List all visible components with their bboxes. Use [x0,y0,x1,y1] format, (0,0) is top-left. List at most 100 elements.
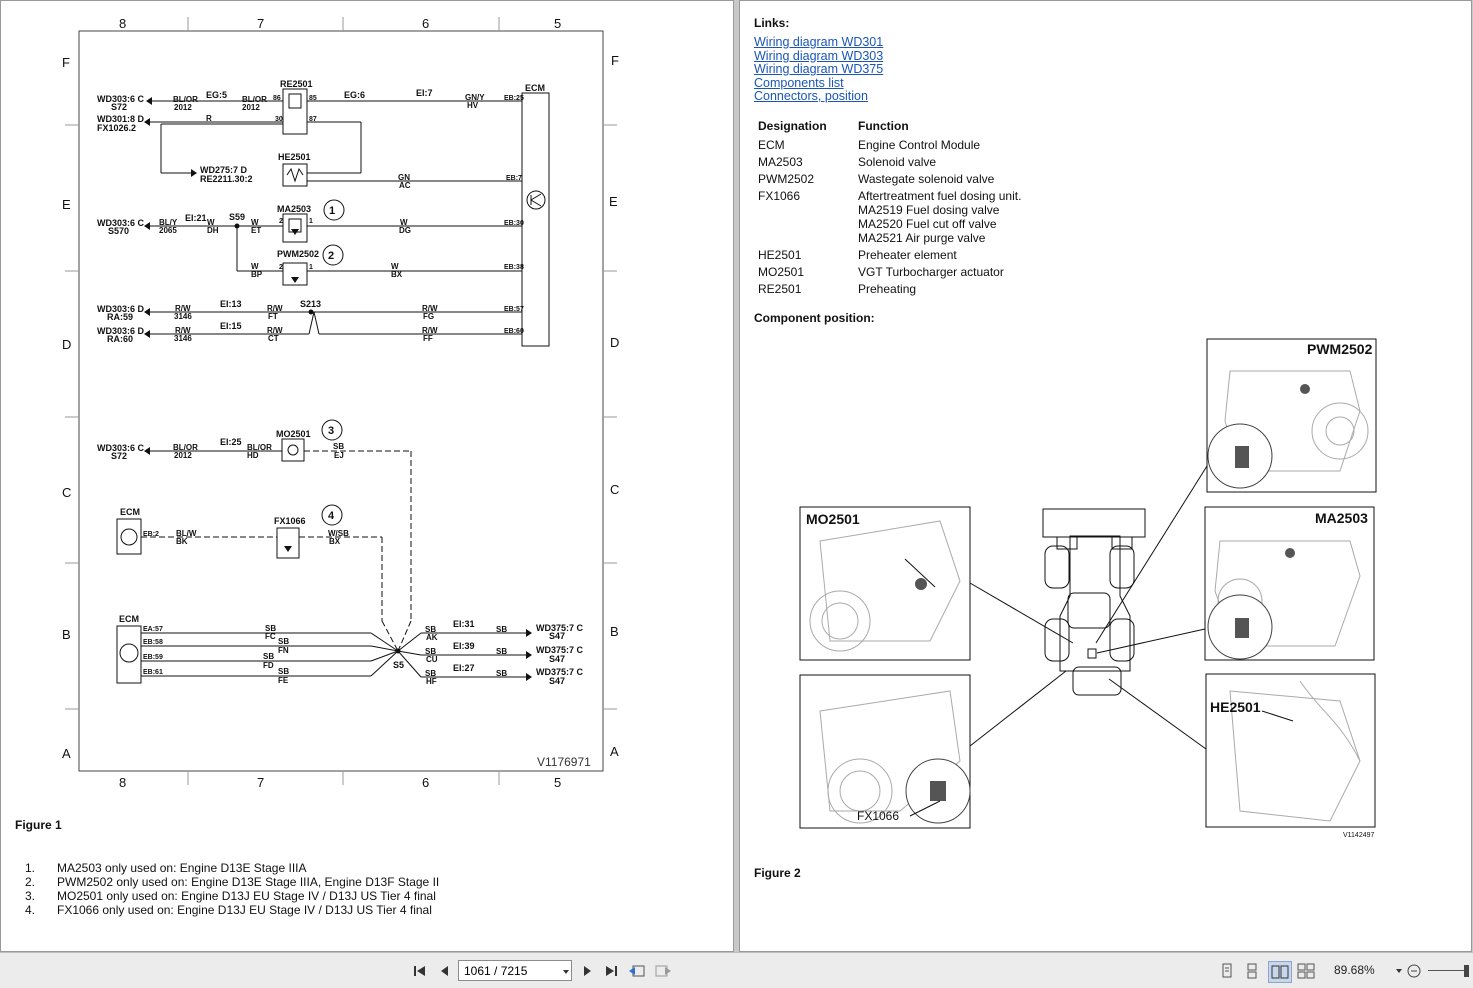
col-label: 8 [119,775,126,790]
component-label: RE2501 [280,79,313,89]
callout-number: 3 [328,425,334,437]
col-label: 8 [119,16,126,31]
col-label: 5 [554,16,561,31]
page-number-input[interactable] [458,960,572,981]
facing-pages-icon [1271,965,1289,979]
last-page-button[interactable] [601,962,621,980]
pin-label: 30 [275,116,283,123]
components-table: Designation Function ECM Engine Control M… [758,119,1021,299]
wire-label: BX [329,537,341,546]
link-components-list[interactable]: Components list [754,76,883,91]
designation-cell: PWM2502 [758,172,815,186]
designation-cell: FX1066 [758,189,801,203]
photo-label-mo2501: MO2501 [806,511,860,527]
page-dropdown-button[interactable] [560,963,572,981]
zoom-slider-handle[interactable] [1464,965,1469,977]
pin-label: EB:38 [504,264,524,271]
wire-label: SB [496,669,507,678]
diagram-ref-code: V1176971 [537,755,591,769]
pin-label: 2 [279,218,283,225]
photo-ref-code: V1142497 [1343,832,1375,839]
link-connectors-position[interactable]: Connectors, position [754,89,883,104]
note-number: 2. [25,875,36,889]
continuous-view-button[interactable] [1243,962,1261,980]
wire-label: SB [496,625,507,634]
link-wiring-diagram-wd303[interactable]: Wiring diagram WD303 [754,49,883,64]
wire-label: AK [426,633,438,642]
zoom-dropdown-button[interactable] [1394,962,1404,980]
zoom-slider[interactable] [1428,970,1468,971]
previous-page-button[interactable] [434,962,454,980]
wire-label: FC [265,632,276,641]
col-label: 6 [422,16,429,31]
wire-label: FT [268,312,278,321]
link-wiring-diagram-wd301[interactable]: Wiring diagram WD301 [754,35,883,50]
wire-label: HD [247,451,259,460]
wire-label: SB [278,667,289,676]
wire-label: SB [278,637,289,646]
go-forward-button[interactable] [653,962,673,980]
row-label: F [62,55,70,70]
note-number: 3. [25,889,36,903]
col-label: 7 [257,16,264,31]
row-label: B [62,627,71,642]
wire-label: S47 [549,676,565,686]
pin-label: EB:58 [143,639,163,646]
component-label: ECM [119,614,139,624]
pin-label: EB:61 [143,669,163,676]
component-label: FX1066 [274,516,306,526]
designation-cell: RE2501 [758,282,802,296]
zoom-out-button[interactable] [1406,962,1422,980]
note-text: MO2501 only used on: Engine D13J EU Stag… [57,889,436,903]
links-heading: Links: [754,16,790,30]
wire-label: RA:59 [107,312,133,322]
pin-label: 2 [279,264,283,271]
note-item: 4. FX1066 only used on: Engine D13J EU St… [15,903,715,917]
zoom-level: 89.68% [1334,963,1375,977]
wire-label: S47 [549,631,565,641]
single-page-view-button[interactable] [1218,962,1236,980]
row-label: A [610,744,619,759]
wire-label: R [206,114,212,123]
callout-number: 2 [328,250,334,262]
link-wiring-diagram-wd375[interactable]: Wiring diagram WD375 [754,62,883,77]
photo-label-he2501: HE2501 [1210,699,1261,715]
table-row: MA2503 Solenoid valve [758,155,1021,172]
wire-label: BX [391,270,403,279]
table-row: HE2501 Preheater element [758,248,1021,265]
figure-1-title: Figure 1 [15,818,62,832]
pin-label: 85 [309,95,317,102]
wire-label: HV [467,101,479,110]
note-text: MA2503 only used on: Engine D13E Stage I… [57,861,307,875]
pin-label: EB:25 [504,95,524,102]
component-position-figure: PWM2502 MA2503 MO2501 HE2501 FX1066 V114… [799,338,1377,839]
col-label: 7 [257,775,264,790]
wire-label: CU [426,655,438,664]
back-view-icon [629,965,645,977]
next-page-button[interactable] [578,962,598,980]
wire-label: SB [496,647,507,656]
wire-label: CT [268,334,279,343]
right-document-page: Links: Wiring diagram WD301 Wiring diagr… [739,0,1472,952]
row-label: F [611,53,619,68]
pin-label: 1 [309,264,313,271]
wire-label: HF [426,677,437,686]
facing-view-button[interactable] [1268,961,1292,983]
go-back-button[interactable] [627,962,647,980]
wire-label: 3146 [174,334,192,343]
continuous-page-icon [1247,963,1257,979]
note-item: 3. MO2501 only used on: Engine D13J EU St… [15,889,715,903]
designation-cell: MO2501 [758,265,805,279]
wire-label: 2065 [159,226,177,235]
continuous-facing-view-button[interactable] [1297,962,1315,980]
wire-label: S72 [111,102,127,112]
first-page-button[interactable] [410,962,430,980]
component-label: MO2501 [276,429,311,439]
next-page-icon [584,966,591,976]
component-label: ECM [120,507,140,517]
first-page-icon [414,966,425,976]
note-text: FX1066 only used on: Engine D13J EU Stag… [57,903,432,917]
photo-label-fx1066: FX1066 [857,809,899,823]
wire-label: BP [251,270,263,279]
wire-label: EI:13 [220,299,242,309]
